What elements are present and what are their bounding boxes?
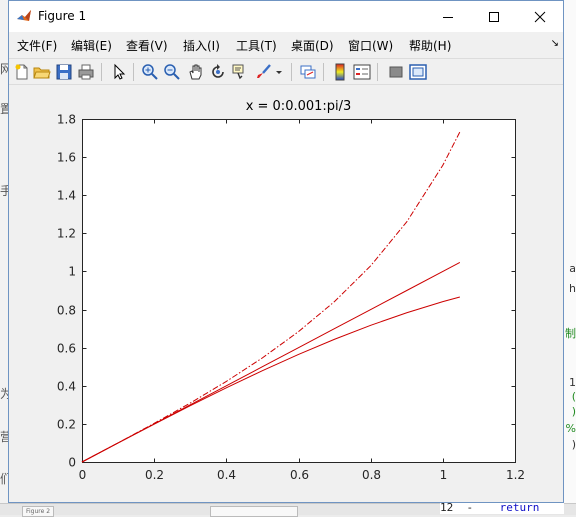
colorbar-icon[interactable]	[331, 63, 349, 81]
taskbar-tab-figure-2[interactable]: Figure 2	[22, 506, 55, 517]
toolbar-separator	[291, 63, 292, 81]
pan-hand-icon[interactable]	[187, 63, 205, 81]
hide-plot-tools-icon[interactable]	[387, 63, 405, 81]
background-code-line: 12 - return	[440, 502, 564, 514]
y-tick-label: 0.6	[57, 342, 76, 356]
y-tick-label: 1.8	[57, 113, 76, 127]
figure-window: Figure 1 文件(F) 编辑(E) 查看(V) 插入(I) 工具(T) 桌…	[8, 0, 564, 503]
y-tick-label: 0.4	[57, 380, 76, 394]
axes-box[interactable]	[82, 119, 516, 463]
y-tick-label: 0	[68, 456, 76, 470]
plot: 0 0.2 0.4 0.6 0.8 1 1.2 0 0.2 0.4 0.6 0.8 1 1.2 1.4 1.6…	[57, 99, 525, 482]
zoom-out-icon[interactable]	[163, 63, 181, 81]
background-glyph: 1	[569, 376, 576, 389]
maximize-icon	[489, 11, 499, 22]
link-plot-icon[interactable]	[299, 63, 317, 81]
x-tick-label: 1	[440, 468, 448, 482]
title-bar[interactable]: Figure 1	[9, 1, 563, 32]
background-glyph: %	[565, 422, 576, 435]
print-icon[interactable]	[77, 63, 95, 81]
figure-canvas: 0 0.2 0.4 0.6 0.8 1 1.2 0 0.2 0.4 0.6 0.8 1 1.2 1.4 1.6…	[9, 85, 563, 502]
menu-edit[interactable]: 编辑(E)	[71, 37, 112, 54]
close-button[interactable]	[517, 1, 563, 32]
matlab-icon	[17, 10, 31, 21]
taskbar-tab[interactable]	[210, 506, 298, 517]
background-glyph: 制	[565, 327, 576, 340]
menu-desktop[interactable]: 桌面(D)	[291, 37, 334, 54]
zoom-in-icon[interactable]	[141, 63, 159, 81]
minimize-button[interactable]	[425, 1, 471, 32]
minimize-icon	[443, 16, 453, 18]
y-tick-label: 0.2	[57, 418, 76, 432]
menu-view[interactable]: 查看(V)	[126, 37, 168, 54]
x-tick-label: 0.8	[362, 468, 381, 482]
toolbar-separator	[101, 63, 102, 81]
select-arrow-icon[interactable]	[109, 63, 127, 81]
new-figure-icon[interactable]	[13, 63, 31, 81]
legend-icon[interactable]	[353, 63, 371, 81]
background-glyph: )	[571, 405, 576, 418]
menu-window[interactable]: 窗口(W)	[348, 37, 393, 54]
y-tick-label: 1	[68, 265, 76, 279]
window-title: Figure 1	[38, 9, 87, 23]
x-tick-label: 0.2	[145, 468, 164, 482]
x-tick-label: 0.4	[217, 468, 236, 482]
y-tick-label: 0.8	[57, 304, 76, 318]
y-tick-label: 1.6	[57, 151, 76, 165]
save-icon[interactable]	[55, 63, 73, 81]
open-file-icon[interactable]	[33, 63, 51, 81]
x-tick-label: 1.2	[506, 468, 525, 482]
menu-help[interactable]: 帮助(H)	[409, 37, 451, 54]
close-icon	[534, 11, 546, 22]
y-tick-label: 1.2	[57, 227, 76, 241]
toolbar-separator	[377, 63, 378, 81]
axes-title: x = 0:0.001:pi/3	[246, 99, 352, 114]
menu-dock-arrow-icon[interactable]: ↘	[551, 38, 559, 49]
toolbar-separator	[323, 63, 324, 81]
menu-insert[interactable]: 插入(I)	[183, 37, 220, 54]
background-editor-panel	[563, 0, 576, 514]
toolbar-separator	[133, 63, 134, 81]
rotate-3d-icon[interactable]	[209, 63, 227, 81]
menu-tools[interactable]: 工具(T)	[236, 37, 277, 54]
show-plot-tools-icon[interactable]	[409, 63, 427, 81]
y-tick-label: 1.4	[57, 189, 76, 203]
menu-file[interactable]: 文件(F)	[17, 37, 57, 54]
data-cursor-icon[interactable]	[231, 63, 249, 81]
background-glyph: h	[569, 282, 576, 295]
background-glyph: )	[571, 438, 576, 451]
code-line-number: 12	[440, 502, 454, 514]
code-keyword: return	[499, 502, 540, 514]
brush-dropdown-icon[interactable]	[275, 63, 283, 81]
background-glyph: (	[571, 390, 576, 403]
toolbar	[9, 58, 563, 85]
x-tick-label: 0.6	[290, 468, 309, 482]
brush-icon[interactable]	[255, 63, 273, 81]
menu-bar: 文件(F) 编辑(E) 查看(V) 插入(I) 工具(T) 桌面(D) 窗口(W…	[9, 32, 563, 58]
maximize-button[interactable]	[471, 1, 517, 32]
background-glyph: a	[569, 262, 576, 275]
x-tick-label: 0	[79, 468, 87, 482]
